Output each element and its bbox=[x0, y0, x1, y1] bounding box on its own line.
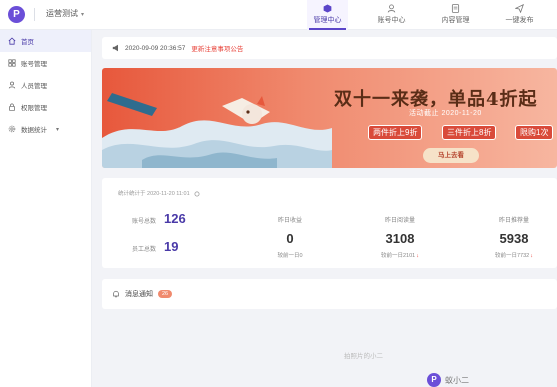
divider bbox=[34, 8, 35, 21]
top-bar: P 运营测试 ▾ 管理中心 账号中心 内容管理 一键发布 bbox=[0, 0, 557, 30]
banner-subtitle: 活动截止 2020-11-20 bbox=[409, 110, 482, 117]
staff-total: 员工总数 19 bbox=[132, 239, 178, 254]
notice-link[interactable]: 更新注意事项公告 bbox=[191, 43, 243, 53]
sidebar-item-staff[interactable]: 人员管理 bbox=[0, 74, 91, 96]
arrow-down-icon: ↓ bbox=[530, 253, 533, 259]
megaphone-icon bbox=[112, 44, 118, 52]
kpi-yesterday-income: 昨日收益 0 较前一日0 bbox=[245, 209, 335, 259]
cube-icon bbox=[323, 4, 332, 13]
top-nav-account-center[interactable]: 账号中心 bbox=[371, 0, 412, 30]
app-logo[interactable]: P bbox=[8, 6, 25, 23]
promo-chip: 三件折上8折 bbox=[442, 125, 497, 140]
chevron-down-icon: ▾ bbox=[56, 126, 60, 133]
org-name: 运营测试 bbox=[46, 9, 78, 18]
top-nav-content[interactable]: 内容管理 bbox=[435, 0, 476, 30]
document-icon bbox=[451, 4, 460, 13]
promo-chip: 限购1次 bbox=[515, 125, 554, 140]
kpi-yesterday-recommendations: 昨日推荐量 5938 较前一日7732↓ bbox=[469, 209, 557, 259]
kpi-label: 昨日推荐量 bbox=[498, 218, 529, 224]
messages-count-badge: 26 bbox=[158, 290, 173, 298]
bell-icon bbox=[113, 290, 119, 298]
sidebar: 首页 账号管理 人员管理 权限管理 数据统计 ▾ bbox=[0, 30, 92, 387]
kpi-yesterday-reads: 昨日阅读量 3108 较前一日2101↓ bbox=[355, 209, 445, 259]
promo-banner[interactable]: 双十一来袭，单品4折起 活动截止 2020-11-20 两件折上9折 三件折上8… bbox=[102, 68, 557, 168]
sidebar-item-home[interactable]: 首页 bbox=[0, 30, 91, 52]
notice-bar: 2020-09-09 20:36:57 更新注意事项公告 bbox=[102, 37, 557, 59]
kpi-value: 5938 bbox=[499, 231, 529, 246]
lock-icon bbox=[9, 103, 15, 111]
send-icon bbox=[515, 4, 524, 13]
kpi-compare: 较前一日7732↓ bbox=[469, 251, 557, 259]
user-icon bbox=[387, 4, 396, 13]
notice-time: 2020-09-09 20:36:57 bbox=[125, 44, 186, 52]
footer-text: 拍照片的小二 bbox=[344, 353, 383, 360]
grid-icon bbox=[8, 59, 16, 67]
message-notifications[interactable]: 消息通知 26 bbox=[102, 279, 557, 309]
staff-total-label: 员工总数 bbox=[132, 247, 157, 253]
staff-total-value: 19 bbox=[164, 239, 179, 254]
messages-label: 消息通知 bbox=[125, 291, 153, 298]
kpi-value: 3108 bbox=[385, 231, 415, 246]
sidebar-item-label: 权限管理 bbox=[21, 105, 47, 112]
account-total-label: 账号总数 bbox=[132, 219, 157, 225]
account-total-value: 126 bbox=[164, 211, 186, 226]
footer-brand-name: 蚁小二 bbox=[445, 375, 469, 385]
chevron-down-icon: ▾ bbox=[81, 12, 85, 18]
org-switcher[interactable]: 运营测试 ▾ bbox=[46, 8, 84, 19]
top-nav-label: 内容管理 bbox=[441, 17, 470, 24]
stats-panel: 统计统计于 2020-11-20 11:01 账号总数 126 员工总数 19 … bbox=[102, 178, 557, 268]
settings-icon bbox=[8, 125, 16, 133]
stats-timestamp: 统计统计于 2020-11-20 11:01 bbox=[118, 189, 200, 197]
top-nav-label: 账号中心 bbox=[377, 17, 406, 24]
kpi-label: 昨日阅读量 bbox=[384, 218, 415, 224]
user-icon bbox=[8, 81, 16, 89]
top-nav-label: 一键发布 bbox=[505, 17, 534, 24]
kpi-compare: 较前一日0 bbox=[245, 251, 335, 259]
account-total: 账号总数 126 bbox=[132, 211, 186, 226]
kpi-compare: 较前一日2101↓ bbox=[355, 251, 445, 259]
kpi-compare-text: 较前一日0 bbox=[277, 253, 303, 259]
top-nav: 管理中心 账号中心 内容管理 一键发布 bbox=[307, 0, 557, 30]
kpi-value: 0 bbox=[286, 231, 294, 246]
sidebar-item-permissions[interactable]: 权限管理 bbox=[0, 96, 91, 118]
sidebar-item-accounts[interactable]: 账号管理 bbox=[0, 52, 91, 74]
footer-brand: P 蚁小二 bbox=[427, 373, 469, 387]
home-icon bbox=[8, 37, 16, 45]
sidebar-item-label: 账号管理 bbox=[21, 61, 47, 68]
brand-logo-icon: P bbox=[427, 373, 441, 387]
stats-timestamp-text: 统计统计于 2020-11-20 11:01 bbox=[118, 191, 190, 197]
refresh-icon[interactable] bbox=[194, 191, 200, 197]
arrow-down-icon: ↓ bbox=[416, 253, 419, 259]
top-nav-publish[interactable]: 一键发布 bbox=[499, 0, 540, 30]
banner-cta-button[interactable]: 马上去看 bbox=[423, 148, 479, 163]
promo-chip: 两件折上9折 bbox=[368, 125, 423, 140]
kpi-compare-text: 较前一日7732 bbox=[495, 253, 530, 259]
sidebar-item-label: 数据统计 bbox=[21, 127, 47, 134]
main-content: 2020-09-09 20:36:57 更新注意事项公告 双十一来袭，单品4折起… bbox=[92, 30, 557, 387]
kpi-label: 昨日收益 bbox=[277, 218, 302, 224]
kpi-compare-text: 较前一日2101 bbox=[381, 253, 416, 259]
banner-illustration bbox=[102, 93, 332, 168]
top-nav-management[interactable]: 管理中心 bbox=[307, 0, 348, 30]
sidebar-item-label: 首页 bbox=[21, 39, 34, 46]
top-nav-label: 管理中心 bbox=[313, 17, 342, 24]
sidebar-item-label: 人员管理 bbox=[21, 83, 47, 90]
sidebar-item-statistics[interactable]: 数据统计 ▾ bbox=[0, 118, 91, 140]
